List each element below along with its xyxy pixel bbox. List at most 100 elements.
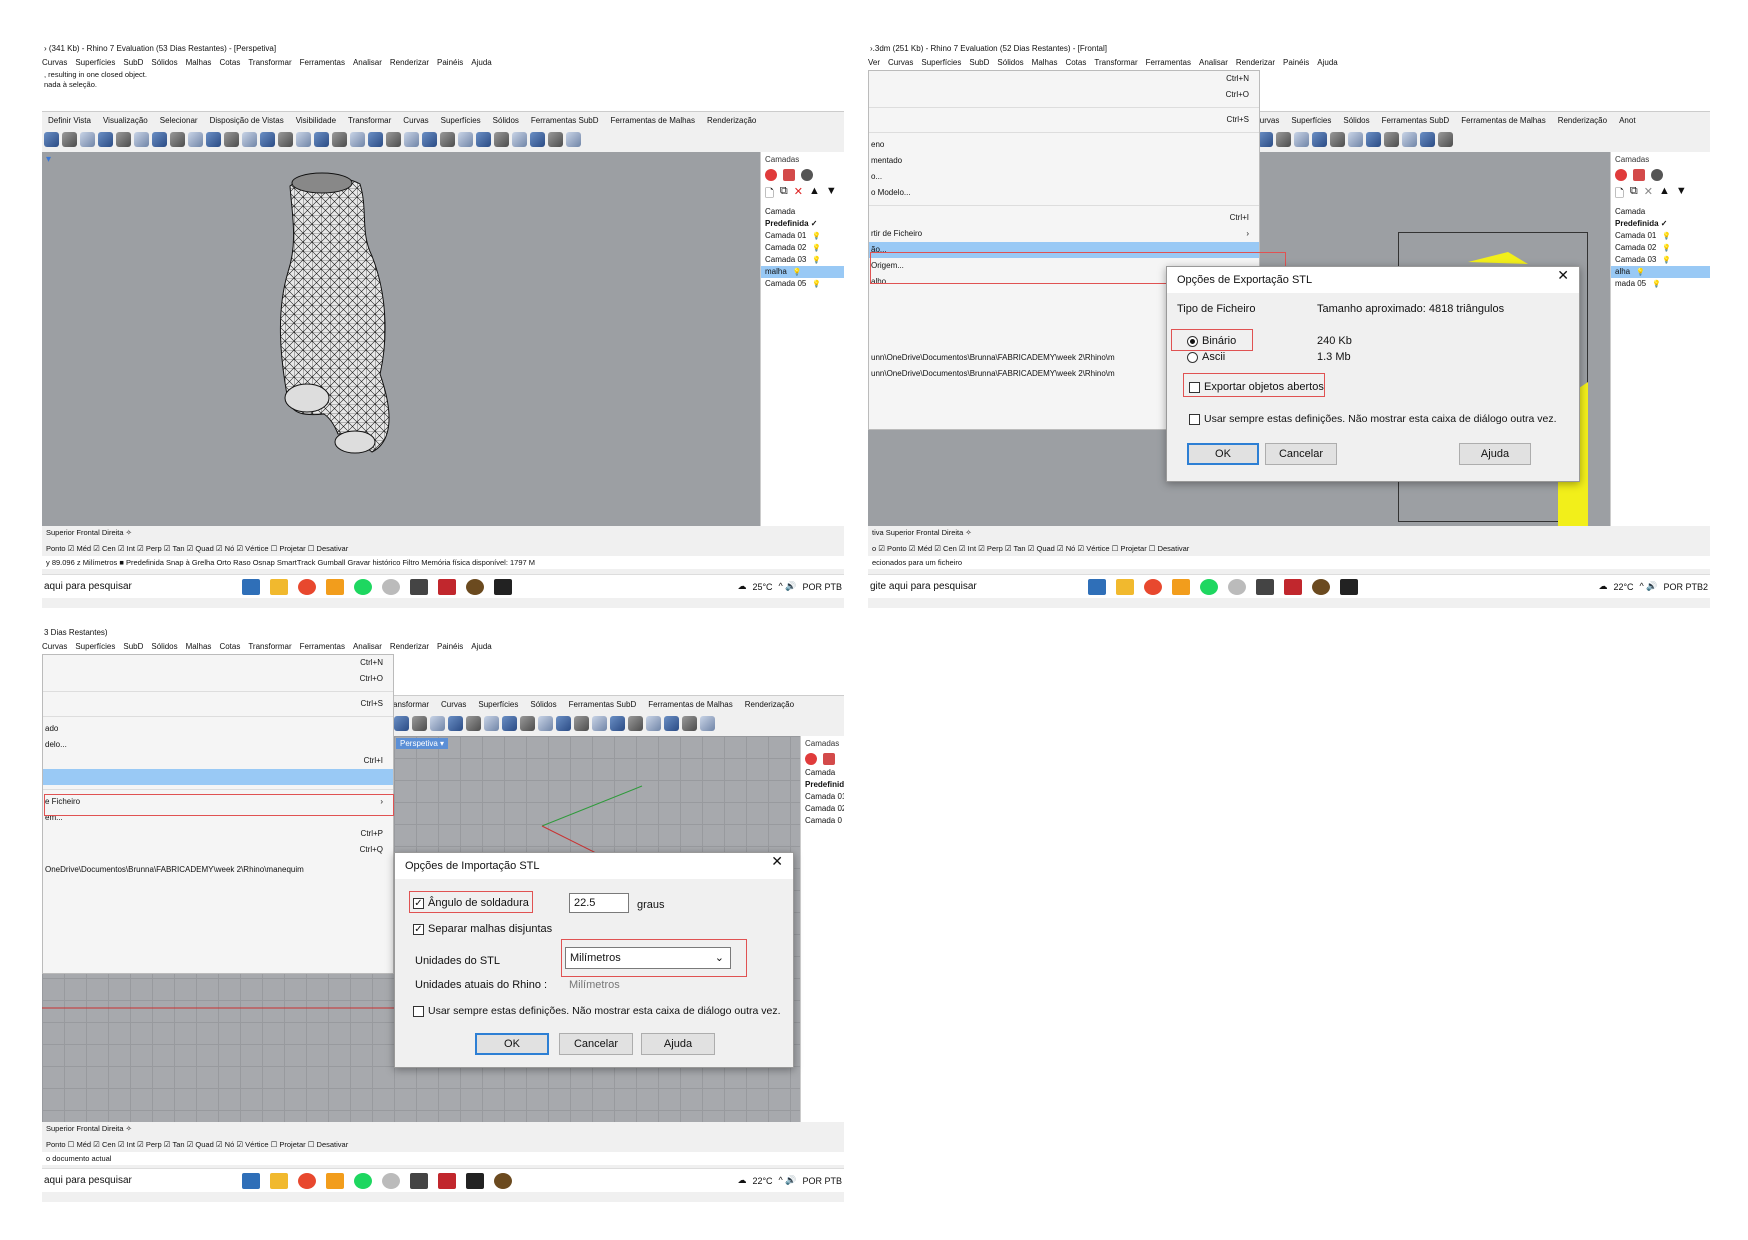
notion-icon[interactable] <box>1256 578 1274 595</box>
menu-item[interactable]: Analisar <box>353 58 382 67</box>
menu-item[interactable]: Renderizar <box>390 642 429 651</box>
material-icon[interactable] <box>1651 169 1663 181</box>
menu-item[interactable]: Ajuda <box>1317 58 1337 67</box>
menu-item[interactable]: Superfícies <box>75 642 115 651</box>
toolbar-tool-icon[interactable] <box>1276 131 1291 147</box>
language-indicator[interactable]: POR PTB <box>802 582 842 592</box>
toolbar-tool-icon[interactable] <box>98 131 113 147</box>
taskview-icon[interactable] <box>242 1172 260 1189</box>
toolbar-tab[interactable]: Definir Vista <box>48 116 91 125</box>
file-menu-item[interactable]: eno <box>869 137 1259 153</box>
app-icon[interactable] <box>382 578 400 595</box>
illustrator-icon[interactable] <box>438 1172 456 1189</box>
toolbar-tool-icon[interactable] <box>1258 131 1273 147</box>
toolbar-tool-icon[interactable] <box>574 715 589 731</box>
layer-row[interactable]: malha 💡 <box>761 266 844 278</box>
menu-item[interactable]: Cotas <box>219 58 240 67</box>
menu-item[interactable]: Painéis <box>437 642 463 651</box>
toolbar-tool-icon[interactable] <box>188 131 203 147</box>
menu-item[interactable]: Renderizar <box>1236 58 1275 67</box>
illustrator-icon[interactable] <box>1284 578 1302 595</box>
menu-item[interactable]: Sólidos <box>151 58 177 67</box>
view-tabs[interactable]: Superior Frontal Direita ✧ <box>42 1122 844 1135</box>
menu-item[interactable]: SubD <box>123 58 143 67</box>
toolbar-tool-icon[interactable] <box>314 131 329 147</box>
menu-item[interactable]: Painéis <box>437 58 463 67</box>
toolbar-tool-icon[interactable] <box>368 131 383 147</box>
layer-row[interactable]: Predefinid <box>801 779 844 791</box>
folder-icon[interactable] <box>270 578 288 595</box>
ok-button[interactable]: OK <box>1187 443 1259 465</box>
perspective-viewport[interactable]: ▾ <box>42 152 760 526</box>
lightbulb-icon[interactable]: 💡 <box>1662 233 1671 240</box>
checkbox-icon[interactable] <box>1189 413 1200 425</box>
close-icon[interactable]: ✕ <box>771 853 783 870</box>
menu-item[interactable]: Ajuda <box>471 642 491 651</box>
layer-row[interactable]: Camada 01💡 <box>801 791 844 803</box>
toolbar-tool-icon[interactable] <box>1330 131 1345 147</box>
toolbar-tab[interactable]: ansformar <box>393 700 429 709</box>
viewport-menu-icon[interactable]: ▾ <box>46 154 51 165</box>
menu-item[interactable]: Curvas <box>42 642 67 651</box>
cancel-button[interactable]: Cancelar <box>559 1033 633 1055</box>
toolbar-tab[interactable]: Ferramentas SubD <box>569 700 637 709</box>
toolbar-tool-icon[interactable] <box>448 715 463 731</box>
toolbar-tool-icon[interactable] <box>484 715 499 731</box>
illustrator-icon[interactable] <box>438 578 456 595</box>
always-use-checkbox[interactable]: Usar sempre estas definições. Não mostra… <box>413 1005 781 1017</box>
toolbar-tool-icon[interactable] <box>548 131 563 147</box>
menu-item[interactable]: Cotas <box>1065 58 1086 67</box>
toolbar-tool-icon[interactable] <box>260 131 275 147</box>
notion-icon[interactable] <box>410 578 428 595</box>
toolbar-tab[interactable]: Ferramentas de Malhas <box>611 116 695 125</box>
taskview-icon[interactable] <box>1088 578 1106 595</box>
delete-layer-icon[interactable]: ✕ <box>794 185 803 204</box>
osnap-bar[interactable]: o ☑ Ponto ☑ Méd ☑ Cen ☑ Int ☑ Perp ☑ Tan… <box>868 542 1710 555</box>
toolbar-tool-icon[interactable] <box>494 131 509 147</box>
close-icon[interactable]: ✕ <box>1557 267 1569 284</box>
toolbar-tool-icon[interactable] <box>1420 131 1435 147</box>
move-up-icon[interactable]: ▲ <box>1659 185 1670 204</box>
toolbar-tool-icon[interactable] <box>80 131 95 147</box>
shield-icon[interactable] <box>1633 169 1645 181</box>
toolbar-tab[interactable]: Renderização <box>1558 116 1607 125</box>
layer-row[interactable]: Camada 05 💡 <box>761 278 844 290</box>
file-menu-item[interactable]: Ctrl+O <box>869 87 1259 103</box>
move-up-icon[interactable]: ▲ <box>809 185 820 204</box>
file-menu-item[interactable]: Ctrl+I <box>869 210 1259 226</box>
layer-row[interactable]: Camada 03 💡 <box>761 254 844 266</box>
toolbar-tool-icon[interactable] <box>1294 131 1309 147</box>
menu-item[interactable]: Transformar <box>1094 58 1137 67</box>
file-menu-item[interactable]: Ctrl+Q <box>43 842 393 858</box>
layers-icon[interactable] <box>805 753 817 765</box>
toolbar-tool-icon[interactable] <box>610 715 625 731</box>
toolbar-tool-icon[interactable] <box>350 131 365 147</box>
menu-item[interactable]: Malhas <box>1032 58 1058 67</box>
lightbulb-icon[interactable]: 💡 <box>1662 245 1671 252</box>
toolbar-tool-icon[interactable] <box>430 715 445 731</box>
move-down-icon[interactable]: ▼ <box>826 185 837 204</box>
toolbar-tool-icon[interactable] <box>538 715 553 731</box>
toolbar-tab[interactable]: Anot <box>1619 116 1635 125</box>
layer-row[interactable]: mada 05 💡 <box>1611 278 1710 290</box>
toolbar-tool-icon[interactable] <box>332 131 347 147</box>
new-layer-icon[interactable]: 🗋 <box>1615 185 1624 204</box>
toolbar-tool-icon[interactable] <box>422 131 437 147</box>
file-menu-item[interactable]: Ctrl+S <box>43 696 393 712</box>
lightbulb-icon[interactable]: 💡 <box>812 233 821 240</box>
language-indicator[interactable]: POR PTB2 <box>1663 582 1708 592</box>
toolbar-tab[interactable]: Superfícies <box>441 116 481 125</box>
toolbar-tool-icon[interactable] <box>556 715 571 731</box>
toolbar-tool-icon[interactable] <box>476 131 491 147</box>
layers-icon[interactable] <box>1615 169 1627 181</box>
cancel-button[interactable]: Cancelar <box>1265 443 1337 465</box>
chrome-icon[interactable] <box>298 578 316 595</box>
toolbar-tool-icon[interactable] <box>1366 131 1381 147</box>
help-button[interactable]: Ajuda <box>641 1033 715 1055</box>
folder-icon[interactable] <box>1116 578 1134 595</box>
toolbar-tool-icon[interactable] <box>170 131 185 147</box>
toolbar-tool-icon[interactable] <box>152 131 167 147</box>
file-menu-item[interactable]: Ctrl+I <box>43 753 393 769</box>
toolbar-tool-icon[interactable] <box>512 131 527 147</box>
shield-icon[interactable] <box>783 169 795 181</box>
